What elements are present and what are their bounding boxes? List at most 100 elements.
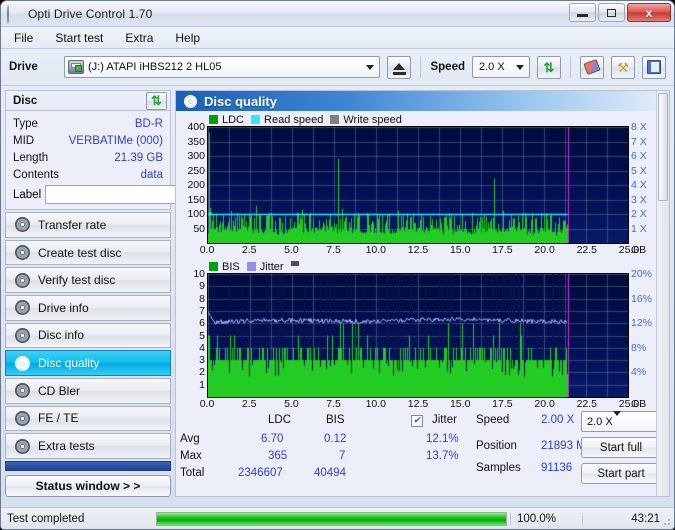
sidebar-item-disc-info[interactable]: Disc info bbox=[5, 322, 171, 349]
close-button[interactable]: x bbox=[627, 3, 671, 22]
speed-select[interactable]: 2.0 X bbox=[472, 56, 530, 78]
axis-tick-label: 5 bbox=[199, 329, 205, 342]
bis-plot-area bbox=[207, 273, 629, 398]
stats-max-jitter: 13.7% bbox=[426, 450, 459, 462]
speed-select-value: 2.0 X bbox=[479, 61, 505, 73]
disc-panel-title: Disc bbox=[13, 94, 38, 107]
axis-tick-label: 8% bbox=[631, 341, 647, 354]
disc-key-contents: Contents bbox=[13, 168, 60, 181]
sidebar-item-transfer-rate[interactable]: Transfer rate bbox=[5, 212, 171, 238]
axis-tick-label: 50 bbox=[193, 222, 205, 235]
tools-button[interactable]: ⚒ bbox=[611, 55, 635, 79]
stats-avg-ldc: 6.70 bbox=[261, 433, 284, 445]
eject-button[interactable] bbox=[387, 55, 412, 79]
menu-item-file[interactable]: File bbox=[11, 30, 36, 46]
start-part-button[interactable]: Start part bbox=[581, 463, 661, 484]
drive-select[interactable]: (J:) ATAPI iHBS212 2 HL05 bbox=[64, 56, 381, 78]
disc-row-contents: Contents data bbox=[13, 166, 163, 183]
sidebar-item-drive-info[interactable]: Drive info bbox=[5, 295, 171, 321]
resize-grip-icon[interactable] bbox=[660, 515, 672, 527]
start-full-button[interactable]: Start full bbox=[581, 437, 661, 458]
stats-avg-bis: 0.12 bbox=[324, 433, 347, 445]
main-body: Disc ⇅ Type BD-R MID VERBATIMe (000) Lengt… bbox=[1, 86, 674, 498]
bis-chart-row: 10 9 8 7 6 5 4 3 2 1 20% 16% 12% 8% 4% bbox=[180, 268, 663, 398]
axis-tick-label: 15.0 bbox=[449, 244, 471, 256]
stats-row-label-avg: Avg bbox=[180, 433, 200, 445]
drive-icon bbox=[68, 60, 84, 74]
axis-tick-label: 8 X bbox=[631, 121, 647, 133]
refresh-button[interactable]: ⇅ bbox=[537, 55, 561, 79]
sidebar-item-verify-test-disc[interactable]: Verify test disc bbox=[5, 267, 171, 294]
minimize-button[interactable] bbox=[569, 3, 596, 22]
ldc-x-axis-row: 0.0 2.5 5.0 7.5 10.0 12.5 15.0 17.5 20.0 22.5 25.0… bbox=[180, 244, 663, 259]
ldc-y-axis-left: 400 350 300 250 200 150 100 50 bbox=[180, 121, 207, 244]
status-window-button[interactable]: Status window > > bbox=[5, 475, 171, 498]
content-panel: Disc quality LDC Read speed Write speed … bbox=[175, 90, 670, 497]
axis-tick-label: 7.5 bbox=[326, 244, 341, 256]
legend-label-bis: BIS bbox=[222, 260, 240, 273]
disc-icon bbox=[15, 300, 30, 316]
statistics-panel: LDC BIS ✔ Jitter Avg 6.70 0.12 12.1% Max… bbox=[176, 410, 669, 486]
scrollbar-thumb[interactable] bbox=[658, 93, 668, 201]
disc-icon bbox=[15, 438, 30, 454]
title-bar: Opti Drive Control 1.70 x bbox=[1, 1, 674, 27]
maximize-button[interactable] bbox=[598, 3, 625, 22]
legend-swatch-write-speed bbox=[330, 115, 340, 124]
save-button[interactable] bbox=[642, 55, 666, 79]
chevron-down-icon bbox=[612, 410, 621, 428]
legend-swatch-extra bbox=[290, 261, 299, 266]
sidebar-item-create-test-disc[interactable]: Create test disc bbox=[5, 239, 171, 266]
sidebar-item-cd-bler[interactable]: CD Bler bbox=[5, 377, 171, 404]
erase-button[interactable] bbox=[580, 55, 604, 79]
sidebar-item-label: Transfer rate bbox=[38, 217, 107, 232]
stats-total-bis: 40494 bbox=[314, 467, 346, 479]
sidebar-item-label: Disc info bbox=[38, 328, 85, 343]
sidebar-item-label: Verify test disc bbox=[38, 273, 116, 288]
axis-tick-label: 0.0 bbox=[199, 398, 215, 410]
axis-tick-label: 1 bbox=[199, 378, 205, 391]
disc-value-mid: VERBATIMe (000) bbox=[68, 134, 163, 147]
disc-label-row: Label bbox=[13, 185, 202, 205]
tools-icon: ⚒ bbox=[617, 59, 629, 75]
sidebar-item-label: FE / TE bbox=[38, 411, 79, 426]
axis-tick-label: 3 bbox=[199, 354, 205, 367]
disc-icon bbox=[15, 410, 30, 426]
ldc-x-axis: 0.0 2.5 5.0 7.5 10.0 12.5 15.0 17.5 20.0 22.5 25.0… bbox=[200, 244, 646, 259]
menu-bar: File Start test Extra Help bbox=[1, 27, 674, 49]
disc-label-input[interactable] bbox=[45, 185, 196, 205]
disc-value-contents: data bbox=[140, 168, 163, 181]
menu-item-extra[interactable]: Extra bbox=[122, 30, 156, 46]
stats-position-key: Position bbox=[476, 440, 517, 452]
stats-max-bis: 7 bbox=[339, 450, 346, 462]
sidebar-accent-band bbox=[5, 460, 171, 472]
disc-icon bbox=[15, 217, 30, 233]
axis-tick-label: 22.5 bbox=[576, 244, 598, 256]
menu-item-start-test[interactable]: Start test bbox=[52, 30, 106, 46]
sidebar-item-fe-te[interactable]: FE / TE bbox=[5, 405, 171, 432]
menu-item-help[interactable]: Help bbox=[172, 30, 203, 46]
refresh-arrows-icon: ⇅ bbox=[151, 93, 162, 109]
axis-tick-label: 7 bbox=[199, 304, 205, 317]
bis-chart-legend: BIS Jitter bbox=[180, 260, 663, 273]
content-scrollbar[interactable] bbox=[656, 91, 669, 496]
stats-speed-value: 2.00 X bbox=[541, 414, 575, 426]
eraser-icon bbox=[583, 58, 601, 76]
test-speed-select[interactable]: 2.0 X bbox=[581, 410, 661, 432]
sidebar-item-extra-tests[interactable]: Extra tests bbox=[5, 433, 171, 459]
window-controls: x bbox=[569, 3, 671, 22]
sidebar-item-disc-quality[interactable]: Disc quality bbox=[5, 350, 171, 376]
test-speed-value: 2.0 X bbox=[587, 415, 613, 428]
axis-tick-label: 17.5 bbox=[492, 244, 513, 256]
checkbox-icon: ✔ bbox=[411, 414, 423, 427]
disc-refresh-button[interactable]: ⇅ bbox=[146, 91, 167, 110]
axis-tick-label: 9 bbox=[199, 280, 205, 293]
legend-swatch-ldc bbox=[209, 115, 218, 124]
ldc-chart-row: 400 350 300 250 200 150 100 50 8 X 7 X 6 X 5 X 4 X 3… bbox=[180, 121, 663, 244]
window-title: Opti Drive Control 1.70 bbox=[28, 6, 153, 21]
disc-key-length: Length bbox=[13, 151, 49, 164]
axis-unit-label: GB bbox=[631, 244, 647, 256]
axis-tick-label: 12% bbox=[631, 317, 653, 330]
jitter-checkbox[interactable]: ✔ bbox=[411, 414, 423, 427]
chevron-down-icon bbox=[361, 58, 378, 76]
status-message: Test completed bbox=[7, 512, 85, 525]
